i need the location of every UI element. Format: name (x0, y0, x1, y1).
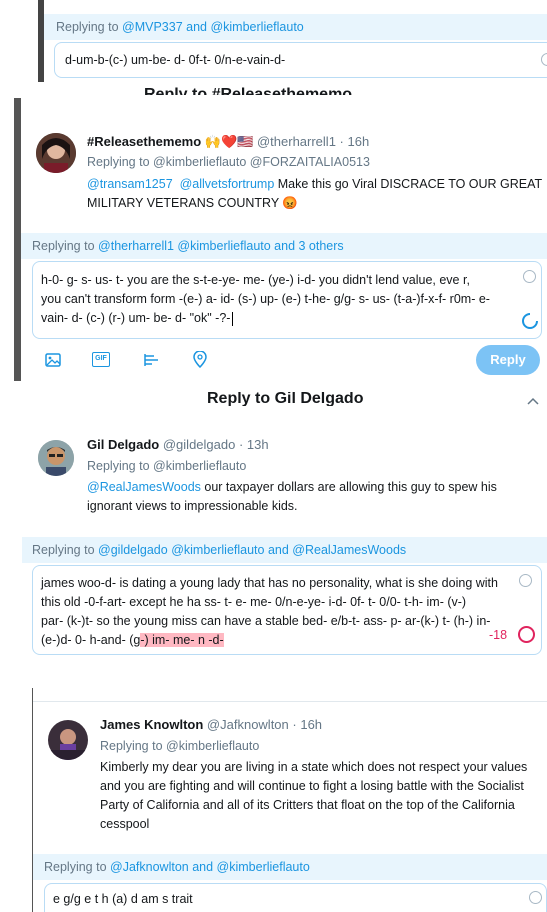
char-count: -18 (489, 628, 508, 642)
draft-text: h-0- g- s- us- t- you are the s-t-e-ye- … (41, 271, 521, 328)
replying-to-text: Replying to @Jafknowlton and @kimberlief… (44, 860, 310, 874)
timestamp[interactable]: · 13h (239, 437, 269, 452)
reply-textbox[interactable]: d-um-b-(c-) um-be- d- 0f-t- 0/n-e-vain-d… (54, 42, 547, 78)
display-name[interactable]: Gil Delgado (87, 437, 159, 452)
replying-mentions[interactable]: @gildelgado @kimberlieflauto and @RealJa… (98, 543, 406, 557)
replying-to-text: Replying to @therharrell1 @kimberlieflau… (32, 239, 344, 253)
tweet-text-line: MILITARY VETERANS COUNTRY 😡 (87, 196, 298, 210)
replying-prefix: Replying to (87, 155, 150, 169)
tweet-text-line: ignorant views to impressionable kids. (87, 499, 298, 513)
replying-prefix: Replying to (56, 20, 119, 34)
tweet-header: #Releasethememo 🙌❤️🇺🇸 @therharrell1 · 16… (87, 134, 369, 150)
tweet-replying-to: Replying to @kimberlieflauto @FORZAITALI… (87, 155, 370, 169)
replying-to-text: Replying to @MVP337 and @kimberlieflauto (56, 20, 304, 34)
handle[interactable]: @gildelgado (163, 437, 235, 452)
replying-mentions[interactable]: @kimberlieflauto (166, 739, 259, 753)
reply-button-label: Reply (490, 352, 526, 367)
emoji-icon[interactable] (541, 53, 547, 66)
modal-header-title: Reply to #Releasethememo (144, 87, 352, 95)
panel-divider (33, 701, 547, 702)
tweet-text-line: Kimberly my dear you are living in a sta… (100, 760, 528, 774)
emoji-icon[interactable] (523, 270, 536, 283)
display-name[interactable]: #Releasethememo 🙌❤️🇺🇸 (87, 134, 253, 149)
chevron-up-icon[interactable] (527, 397, 539, 405)
replying-prefix: Replying to (32, 239, 95, 253)
panel-left-border (14, 98, 21, 381)
draft-text: d-um-b-(c-) um-be- d- 0f-t- 0/n-e-vain-d… (65, 53, 286, 67)
tweet-text-line: cesspool (100, 817, 150, 831)
draft-text: e g/g e t h (a) d am s trait (53, 892, 193, 906)
replying-prefix: Replying to (44, 860, 107, 874)
replying-prefix: Replying to (32, 543, 95, 557)
reply-button[interactable]: Reply (476, 345, 540, 375)
tweet-text-line: Make this go Viral DISCRACE TO OUR GREAT (274, 177, 543, 191)
display-name[interactable]: James Knowlton (100, 717, 203, 732)
reply-textbox[interactable]: h-0- g- s- us- t- you are the s-t-e-ye- … (32, 261, 542, 339)
replying-mentions[interactable]: @kimberlieflauto @FORZAITALIA0513 (153, 155, 370, 169)
tweet-replying-to: Replying to @kimberlieflauto (87, 459, 246, 473)
timestamp[interactable]: · 16h (292, 717, 322, 732)
replying-mentions[interactable]: @therharrell1 @kimberlieflauto and 3 oth… (98, 239, 344, 253)
tweet-text: Kimberly my dear you are living in a sta… (100, 758, 545, 834)
draft-line: (e-)d- 0- h-and- (g (41, 633, 141, 647)
draft-line: vain- d- (c-) (r-) um- be- d- "ok" -?- (41, 311, 231, 325)
tweet-replying-to: Replying to @kimberlieflauto (100, 739, 259, 753)
draft-line: par- (k-)t- so the young miss can have a… (41, 614, 491, 628)
replying-prefix: Replying to (87, 459, 150, 473)
reply-panel-3: Reply to Gil Delgado Gil Delgado @gildel… (0, 392, 547, 663)
mention-link[interactable]: @transam1257 (87, 177, 173, 191)
replying-mentions[interactable]: @MVP337 and @kimberlieflauto (122, 20, 304, 34)
tweet-text-line: and you are fighting and will continue t… (100, 779, 524, 793)
avatar[interactable] (36, 133, 76, 173)
mention-link[interactable]: @RealJamesWoods (87, 480, 201, 494)
media-icon[interactable] (45, 353, 61, 367)
reply-textbox[interactable]: james woo-d- is dating a young lady that… (32, 565, 542, 655)
draft-text: james woo-d- is dating a young lady that… (41, 574, 521, 650)
reply-panel-4: James Knowlton @Jafknowlton · 16h Replyi… (0, 688, 547, 912)
draft-line: this old -0-f-art- except he ha ss- t- e… (41, 595, 467, 609)
draft-line: you can't transform form -(e-) a- id- (s… (41, 292, 490, 306)
replying-to-text: Replying to @gildelgado @kimberlieflauto… (32, 543, 406, 557)
progress-ring-icon (518, 626, 535, 643)
handle[interactable]: @therharrell1 (257, 134, 336, 149)
avatar[interactable] (48, 720, 88, 760)
tweet-text-line: our taxpayer dollars are allowing this g… (200, 480, 497, 494)
draft-line: h-0- g- s- us- t- you are the s-t-e-ye- … (41, 273, 470, 287)
tweet-text: @RealJamesWoods our taxpayer dollars are… (87, 478, 537, 516)
avatar[interactable] (38, 440, 74, 476)
modal-header-title: Reply to Gil Delgado (207, 392, 364, 406)
tweet-header: Gil Delgado @gildelgado · 13h (87, 437, 269, 452)
gif-label: GIF (95, 355, 107, 362)
poll-icon[interactable] (144, 353, 160, 367)
tweet-text: @transam1257 @allvetsfortrump Make this … (87, 175, 547, 213)
replying-prefix: Replying to (100, 739, 163, 753)
replying-mentions[interactable]: @kimberlieflauto (153, 459, 246, 473)
replying-mentions[interactable]: @Jafknowlton and @kimberlieflauto (110, 860, 310, 874)
reply-textbox[interactable]: e g/g e t h (a) d am s trait (44, 883, 547, 912)
emoji-icon[interactable] (519, 574, 532, 587)
emoji-icon[interactable] (529, 891, 542, 904)
gif-icon[interactable]: GIF (92, 352, 110, 367)
draft-line: james woo-d- is dating a young lady that… (41, 576, 498, 590)
tweet-header: James Knowlton @Jafknowlton · 16h (100, 717, 322, 732)
timestamp[interactable]: · 16h (340, 134, 370, 149)
loading-spinner-icon (522, 313, 538, 329)
handle[interactable]: @Jafknowlton (207, 717, 289, 732)
reply-panel-2: Reply to #Releasethememo #Releasethememo… (14, 87, 547, 381)
mention-link[interactable]: @allvetsfortrump (180, 177, 275, 191)
panel-left-border (38, 0, 44, 82)
text-cursor (232, 311, 234, 326)
reply-panel-1: Replying to @MVP337 and @kimberlieflauto… (0, 0, 547, 82)
location-icon[interactable] (193, 351, 207, 368)
over-limit-text: -) im- me- n -d- (140, 633, 224, 647)
tweet-text-line: Party of California and all of its Critt… (100, 798, 515, 812)
